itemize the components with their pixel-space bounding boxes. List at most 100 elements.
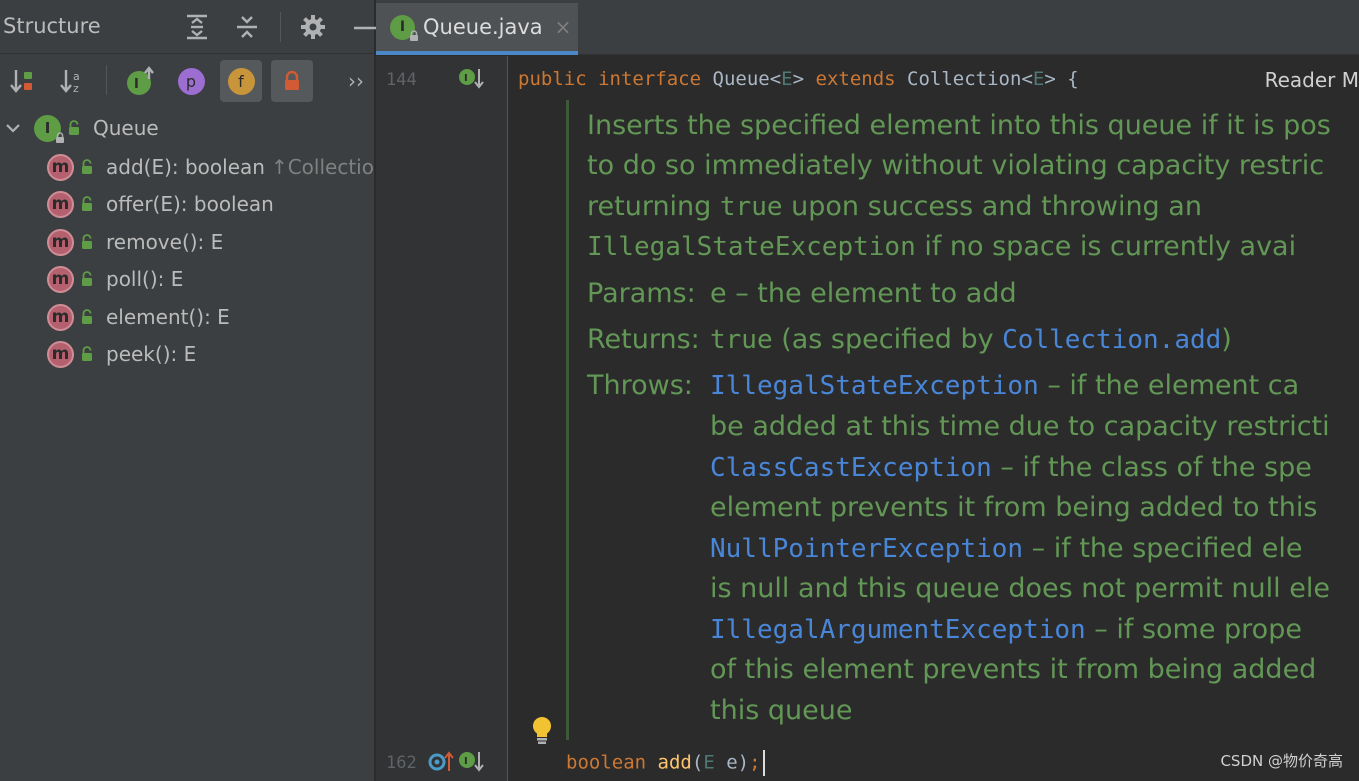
text-cursor: [762, 750, 765, 776]
code-line-add[interactable]: boolean add(E e);: [566, 750, 765, 776]
link-illegal-argument-exception[interactable]: IllegalArgumentException: [710, 615, 1086, 645]
code-line-interface[interactable]: public interface Queue<E> extends Collec…: [518, 68, 1079, 90]
svg-text:z: z: [73, 82, 79, 95]
more-options-button[interactable]: ››: [338, 60, 374, 102]
tree-root-queue[interactable]: I Queue: [0, 110, 375, 146]
show-properties-button[interactable]: p: [170, 60, 212, 102]
doc-throws-line: element prevents it from being added to …: [710, 492, 1318, 523]
doc-returns: Returns:: [587, 324, 700, 355]
svg-text:I: I: [464, 73, 468, 84]
expand-all-button[interactable]: [182, 12, 212, 42]
tab-queue-java[interactable]: I Queue.java ×: [376, 3, 578, 55]
implemented-down-icon[interactable]: I: [458, 749, 484, 775]
tree-item-offer[interactable]: m offer(E): boolean: [0, 186, 375, 222]
tree-item-label: poll(): E: [106, 267, 184, 291]
toolbar-divider: [106, 65, 107, 95]
lightbulb-icon[interactable]: [530, 715, 554, 745]
settings-button[interactable]: [298, 12, 328, 42]
tree-item-remove[interactable]: m remove(): E: [0, 224, 375, 260]
editor-area: I Queue.java × 144 I 162 I public interf…: [376, 0, 1359, 781]
doc-indent-bar: [566, 100, 569, 740]
link-collection-add[interactable]: Collection.add: [1002, 325, 1221, 355]
inherited-icon: I: [127, 66, 154, 95]
collapse-all-icon: [237, 16, 257, 38]
show-non-public-button[interactable]: [271, 60, 313, 102]
sort-alphabetically-button[interactable]: a z: [52, 60, 94, 102]
sort-by-visibility-button[interactable]: [2, 60, 44, 102]
method-icon: m: [47, 303, 74, 331]
tree-item-label: element(): E: [106, 305, 230, 329]
tree-item-element[interactable]: m element(): E: [0, 299, 375, 335]
doc-throws-line: this queue: [710, 695, 853, 726]
doc-throws-item: IllegalStateException – if the element c…: [710, 370, 1300, 401]
structure-title: Structure: [3, 14, 101, 38]
link-illegal-state-exception[interactable]: IllegalStateException: [710, 371, 1039, 401]
tree-item-label: add(E): boolean: [106, 155, 265, 179]
doc-throws-item: ClassCastException – if the class of the…: [710, 452, 1312, 483]
chevron-double-right-icon: ››: [348, 69, 364, 93]
watermark: CSDN @物价奇高: [1220, 752, 1343, 770]
link-class-cast-exception[interactable]: ClassCastException: [710, 453, 992, 483]
field-icon: f: [227, 67, 255, 95]
method-icon: m: [47, 228, 74, 256]
doc-throws-item: NullPointerException – if the specified …: [710, 533, 1303, 564]
tree-item-add[interactable]: m add(E): boolean ↑Collectio: [0, 149, 375, 185]
expand-all-icon: [187, 14, 207, 40]
close-icon[interactable]: ×: [555, 15, 572, 39]
doc-description-line: returning true upon success and throwing…: [587, 191, 1202, 222]
editor-tab-bar: I Queue.java ×: [376, 0, 1359, 55]
chevron-down-icon[interactable]: [4, 119, 22, 137]
doc-throws-item: IllegalArgumentException – if some prope: [710, 614, 1302, 645]
tree-item-hint: ↑Collectio: [270, 155, 374, 179]
tree-item-peek[interactable]: m peek(): E: [0, 336, 375, 372]
doc-params-text: e – the element to add: [710, 278, 1017, 309]
doc-throws-line: is null and this queue does not permit n…: [710, 573, 1330, 604]
method-icon: m: [47, 190, 74, 218]
editor-gutter: 144 I 162 I: [376, 56, 508, 781]
method-icon: m: [47, 153, 74, 181]
lock-icon: [285, 70, 299, 90]
tree-root-label: Queue: [93, 116, 159, 140]
show-inherited-button[interactable]: I: [120, 60, 162, 102]
svg-text:I: I: [134, 77, 139, 92]
interface-icon: I: [34, 114, 64, 143]
method-icon: m: [47, 340, 74, 368]
reader-mode-button[interactable]: Reader M: [1265, 68, 1359, 92]
implemented-down-icon[interactable]: I: [458, 66, 484, 92]
doc-throws-line: of this element prevents it from being a…: [710, 654, 1317, 685]
doc-description-line: to do so immediately without violating c…: [587, 150, 1325, 181]
lock-badge-icon: [410, 29, 418, 41]
tree-item-label: offer(E): boolean: [106, 192, 274, 216]
sort-visibility-icon: [10, 70, 32, 93]
public-lock-icon: [82, 309, 92, 324]
method-icon: m: [47, 265, 74, 293]
header-divider: [280, 12, 281, 42]
public-lock-icon: [69, 120, 79, 135]
property-icon: p: [177, 67, 205, 95]
lock-badge-icon: [56, 131, 64, 143]
gear-icon: [301, 15, 325, 39]
public-lock-icon: [82, 346, 92, 361]
line-number: 162: [386, 753, 417, 773]
tree-item-label: remove(): E: [106, 230, 224, 254]
doc-description-line: IllegalStateException if no space is cur…: [587, 231, 1297, 262]
tab-label: Queue.java: [423, 15, 543, 39]
structure-toolbar: a z I p f ››: [0, 55, 375, 107]
overrides-up-icon[interactable]: [428, 749, 454, 775]
public-lock-icon: [82, 271, 92, 286]
link-null-pointer-exception[interactable]: NullPointerException: [710, 534, 1023, 564]
doc-throws: Throws:: [587, 370, 693, 401]
line-number: 144: [386, 70, 417, 90]
hide-panel-button[interactable]: [348, 12, 378, 42]
public-lock-icon: [82, 159, 92, 174]
structure-panel: Structure a z I p f ›› I Queue m add(E):…: [0, 0, 378, 781]
show-fields-button[interactable]: f: [220, 60, 262, 102]
tree-item-poll[interactable]: m poll(): E: [0, 261, 375, 297]
doc-description-line: Inserts the specified element into this …: [587, 110, 1331, 141]
tree-item-label: peek(): E: [106, 342, 197, 366]
doc-returns-text: true (as specified by Collection.add): [710, 324, 1232, 355]
interface-icon: I: [390, 14, 418, 41]
collapse-all-button[interactable]: [232, 12, 262, 42]
minimize-icon: [354, 26, 376, 30]
doc-params: Params:: [587, 278, 696, 309]
